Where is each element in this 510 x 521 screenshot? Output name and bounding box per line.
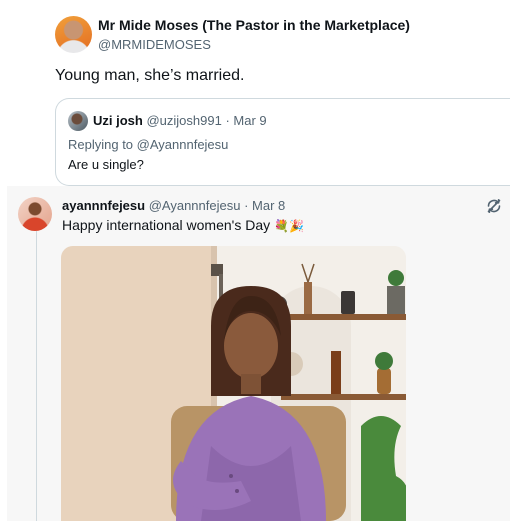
quoted-author-handle[interactable]: @uzijosh991: [146, 113, 221, 128]
thread-tweet-body: Happy international women's Day: [62, 217, 271, 233]
thread-author-handle[interactable]: @Ayannnfejesu: [149, 198, 241, 213]
quoted-tweet-date[interactable]: · Mar 9: [225, 113, 266, 128]
photo-illustration: [61, 246, 406, 521]
quoted-tweet-text: Are u single?: [68, 157, 144, 172]
author-name[interactable]: Mr Mide Moses (The Pastor in the Marketp…: [98, 17, 410, 33]
thread-tweet-header: ayannnfejesu @Ayannnfejesu · Mar 8: [62, 198, 285, 213]
quoted-author-name[interactable]: Uzi josh: [93, 113, 143, 128]
thread-connector-line: [36, 231, 37, 521]
main-tweet: Mr Mide Moses (The Pastor in the Marketp…: [0, 0, 510, 186]
thread-tweet-date[interactable]: · Mar 8: [244, 198, 285, 213]
thread-tweet-text: Happy international women's Day 💐🎉: [62, 217, 304, 233]
quoted-author-avatar[interactable]: [68, 111, 88, 131]
thread-author-avatar[interactable]: [18, 197, 52, 231]
quoted-tweet[interactable]: Uzi josh @uzijosh991 · Mar 9 Replying to…: [55, 98, 510, 186]
author-handle[interactable]: @MRMIDEMOSES: [98, 37, 211, 52]
celebration-emoji: 💐🎉: [274, 219, 304, 233]
quoted-tweet-header: Uzi josh @uzijosh991 · Mar 9: [93, 113, 267, 128]
author-avatar[interactable]: [55, 16, 92, 53]
replying-to[interactable]: Replying to @Ayannnfejesu: [68, 137, 228, 152]
woman-in-purple-dress-photo[interactable]: [61, 246, 406, 521]
refresh-icon[interactable]: [486, 198, 502, 214]
tweet-text: Young man, she’s married.: [55, 67, 245, 84]
thread-author-name[interactable]: ayannnfejesu: [62, 198, 145, 213]
thread-tweet[interactable]: ayannnfejesu @Ayannnfejesu · Mar 8 Happy…: [7, 186, 510, 521]
